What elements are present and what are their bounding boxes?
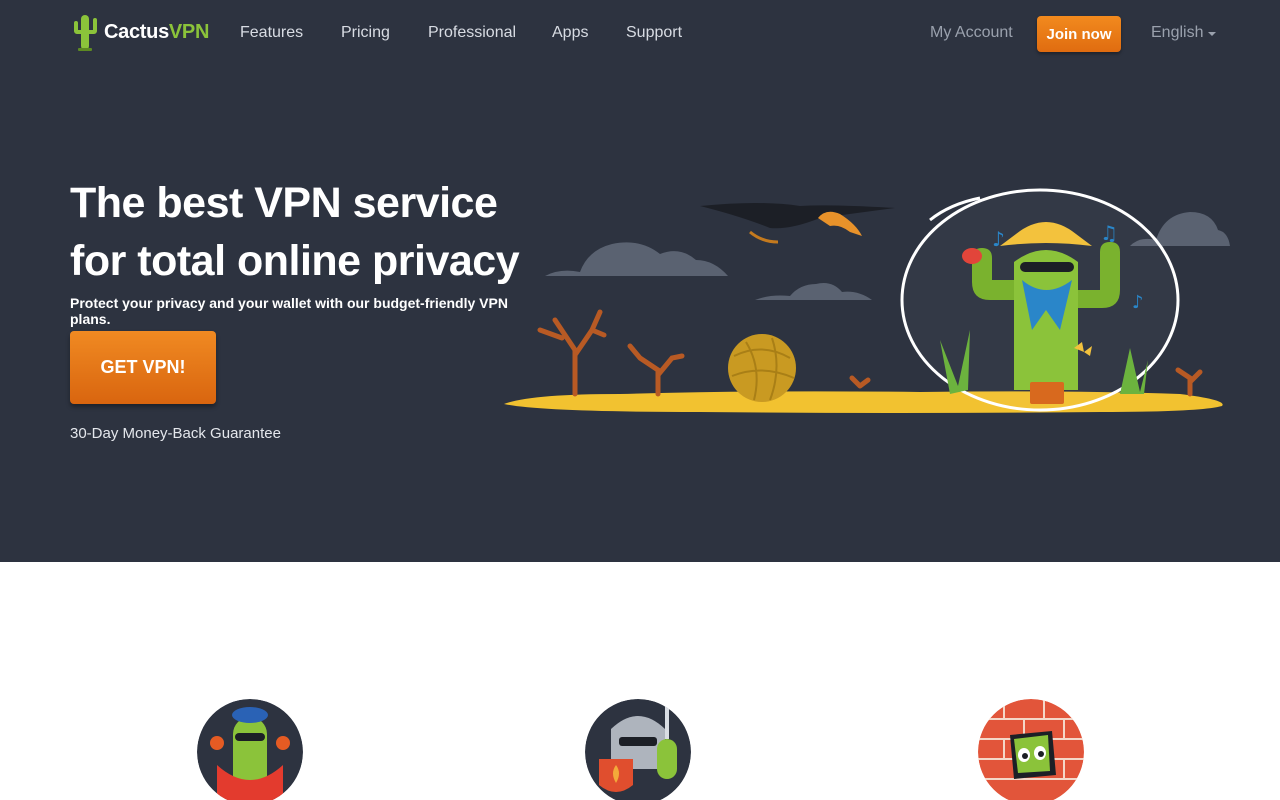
my-account-link[interactable]: My Account [930,24,1013,42]
bird-icon [962,248,982,264]
hero-headline: The best VPN service for total online pr… [70,174,550,290]
svg-text:♪: ♪ [1132,292,1144,313]
svg-text:♫: ♫ [1100,221,1118,245]
top-navigation: CactusVPN Features Pricing Professional … [0,0,1280,68]
nav-item-support[interactable]: Support [626,24,682,42]
svg-text:♪: ♪ [992,227,1005,251]
features-section [0,562,1280,800]
headline-line-2: for total online privacy [70,237,520,285]
sand-ground [504,391,1223,413]
nav-item-apps[interactable]: Apps [552,24,588,42]
join-now-button[interactable]: Join now [1037,16,1121,52]
caret-down-icon [1208,32,1217,36]
nav-item-features[interactable]: Features [240,24,303,42]
language-label: English [1151,24,1204,41]
feature-badge-3 [978,699,1084,800]
nav-item-pricing[interactable]: Pricing [341,24,390,42]
flamenco-cactus-icon [197,699,303,800]
money-back-guarantee: 30-Day Money-Back Guarantee [70,425,281,442]
brick-wall-cactus-icon [978,699,1084,800]
logo-wordmark: CactusVPN [104,20,210,43]
vulture-icon [700,203,895,244]
desert-cactus-illustration: ♪ ♫ ♪ [504,188,1230,413]
logo[interactable]: CactusVPN [70,12,209,52]
feature-badge-2 [585,699,691,800]
cactus-logo-icon [74,15,97,51]
hero-subline: Protect your privacy and your wallet wit… [70,295,508,327]
get-vpn-button[interactable]: GET VPN! [70,331,216,404]
headline-line-1: The best VPN service [70,179,498,227]
hero-section: CactusVPN Features Pricing Professional … [0,0,1280,562]
tumbleweed-icon [728,334,796,402]
knight-cactus-icon [585,699,691,800]
language-selector[interactable]: English [1151,24,1217,42]
nav-item-professional[interactable]: Professional [428,24,516,42]
feature-badge-1 [197,699,303,800]
